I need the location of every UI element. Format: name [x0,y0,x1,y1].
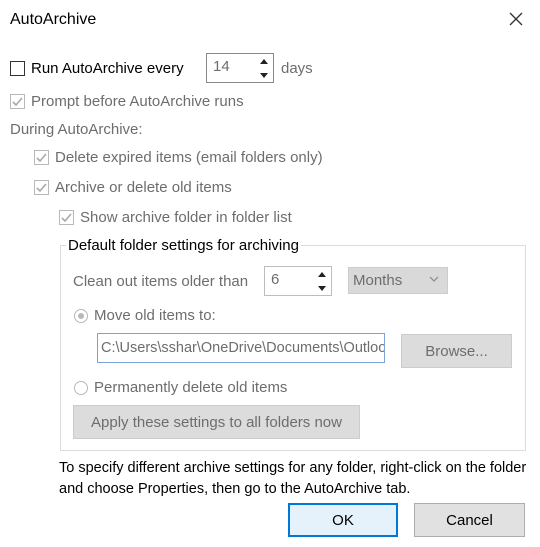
clean-out-value: 6 [271,271,280,288]
prompt-checkbox[interactable] [10,94,25,109]
during-label: During AutoArchive: [10,121,143,138]
archive-path-value: C:\Users\sshar\OneDrive\Documents\Outloo… [101,340,385,356]
permanently-delete-radio[interactable] [74,381,88,395]
clean-out-label: Clean out items older than [73,273,249,290]
chevron-up-icon [318,271,326,277]
clean-out-down-button[interactable] [313,281,331,295]
window-title: AutoArchive [10,11,97,28]
chevron-up-icon [260,58,268,64]
chevron-down-icon [429,276,439,282]
days-unit-label: days [281,60,313,77]
clean-out-unit-value: Months [353,272,403,289]
days-spinner[interactable]: 14 [206,53,274,83]
move-old-items-radio[interactable] [74,309,88,323]
permanently-delete-label: Permanently delete old items [94,379,288,396]
days-down-button[interactable] [255,68,273,82]
radio-selected-dot [78,313,84,319]
show-folder-checkbox[interactable] [59,210,74,225]
delete-expired-label: Delete expired items (email folders only… [55,149,323,166]
checkmark-icon [36,153,47,163]
info-text: To specify different archive settings fo… [59,460,527,497]
days-up-button[interactable] [255,54,273,68]
chevron-down-icon [318,285,326,291]
delete-expired-checkbox[interactable] [34,150,49,165]
checkmark-icon [36,183,47,193]
archive-old-checkbox[interactable] [34,180,49,195]
archive-old-label: Archive or delete old items [55,179,232,196]
clean-out-unit-select[interactable]: Months [348,267,448,294]
close-button[interactable] [505,8,527,30]
checkmark-icon [12,97,23,107]
browse-button[interactable]: Browse... [401,334,512,368]
close-icon [509,12,523,26]
chevron-down-icon [260,72,268,78]
checkmark-icon [61,213,72,223]
cancel-button[interactable]: Cancel [414,503,525,537]
run-autoarchive-label: Run AutoArchive every [31,60,184,77]
archive-path-field[interactable]: C:\Users\sshar\OneDrive\Documents\Outloo… [97,333,385,363]
days-value: 14 [213,58,230,75]
clean-out-up-button[interactable] [313,267,331,281]
group-title: Default folder settings for archiving [66,237,301,254]
apply-all-folders-button[interactable]: Apply these settings to all folders now [73,405,360,439]
prompt-label: Prompt before AutoArchive runs [31,93,244,110]
show-folder-label: Show archive folder in folder list [80,209,292,226]
ok-button[interactable]: OK [288,503,398,537]
run-autoarchive-checkbox[interactable] [10,61,25,76]
move-old-items-label: Move old items to: [94,307,216,324]
clean-out-spinner[interactable]: 6 [264,266,332,296]
